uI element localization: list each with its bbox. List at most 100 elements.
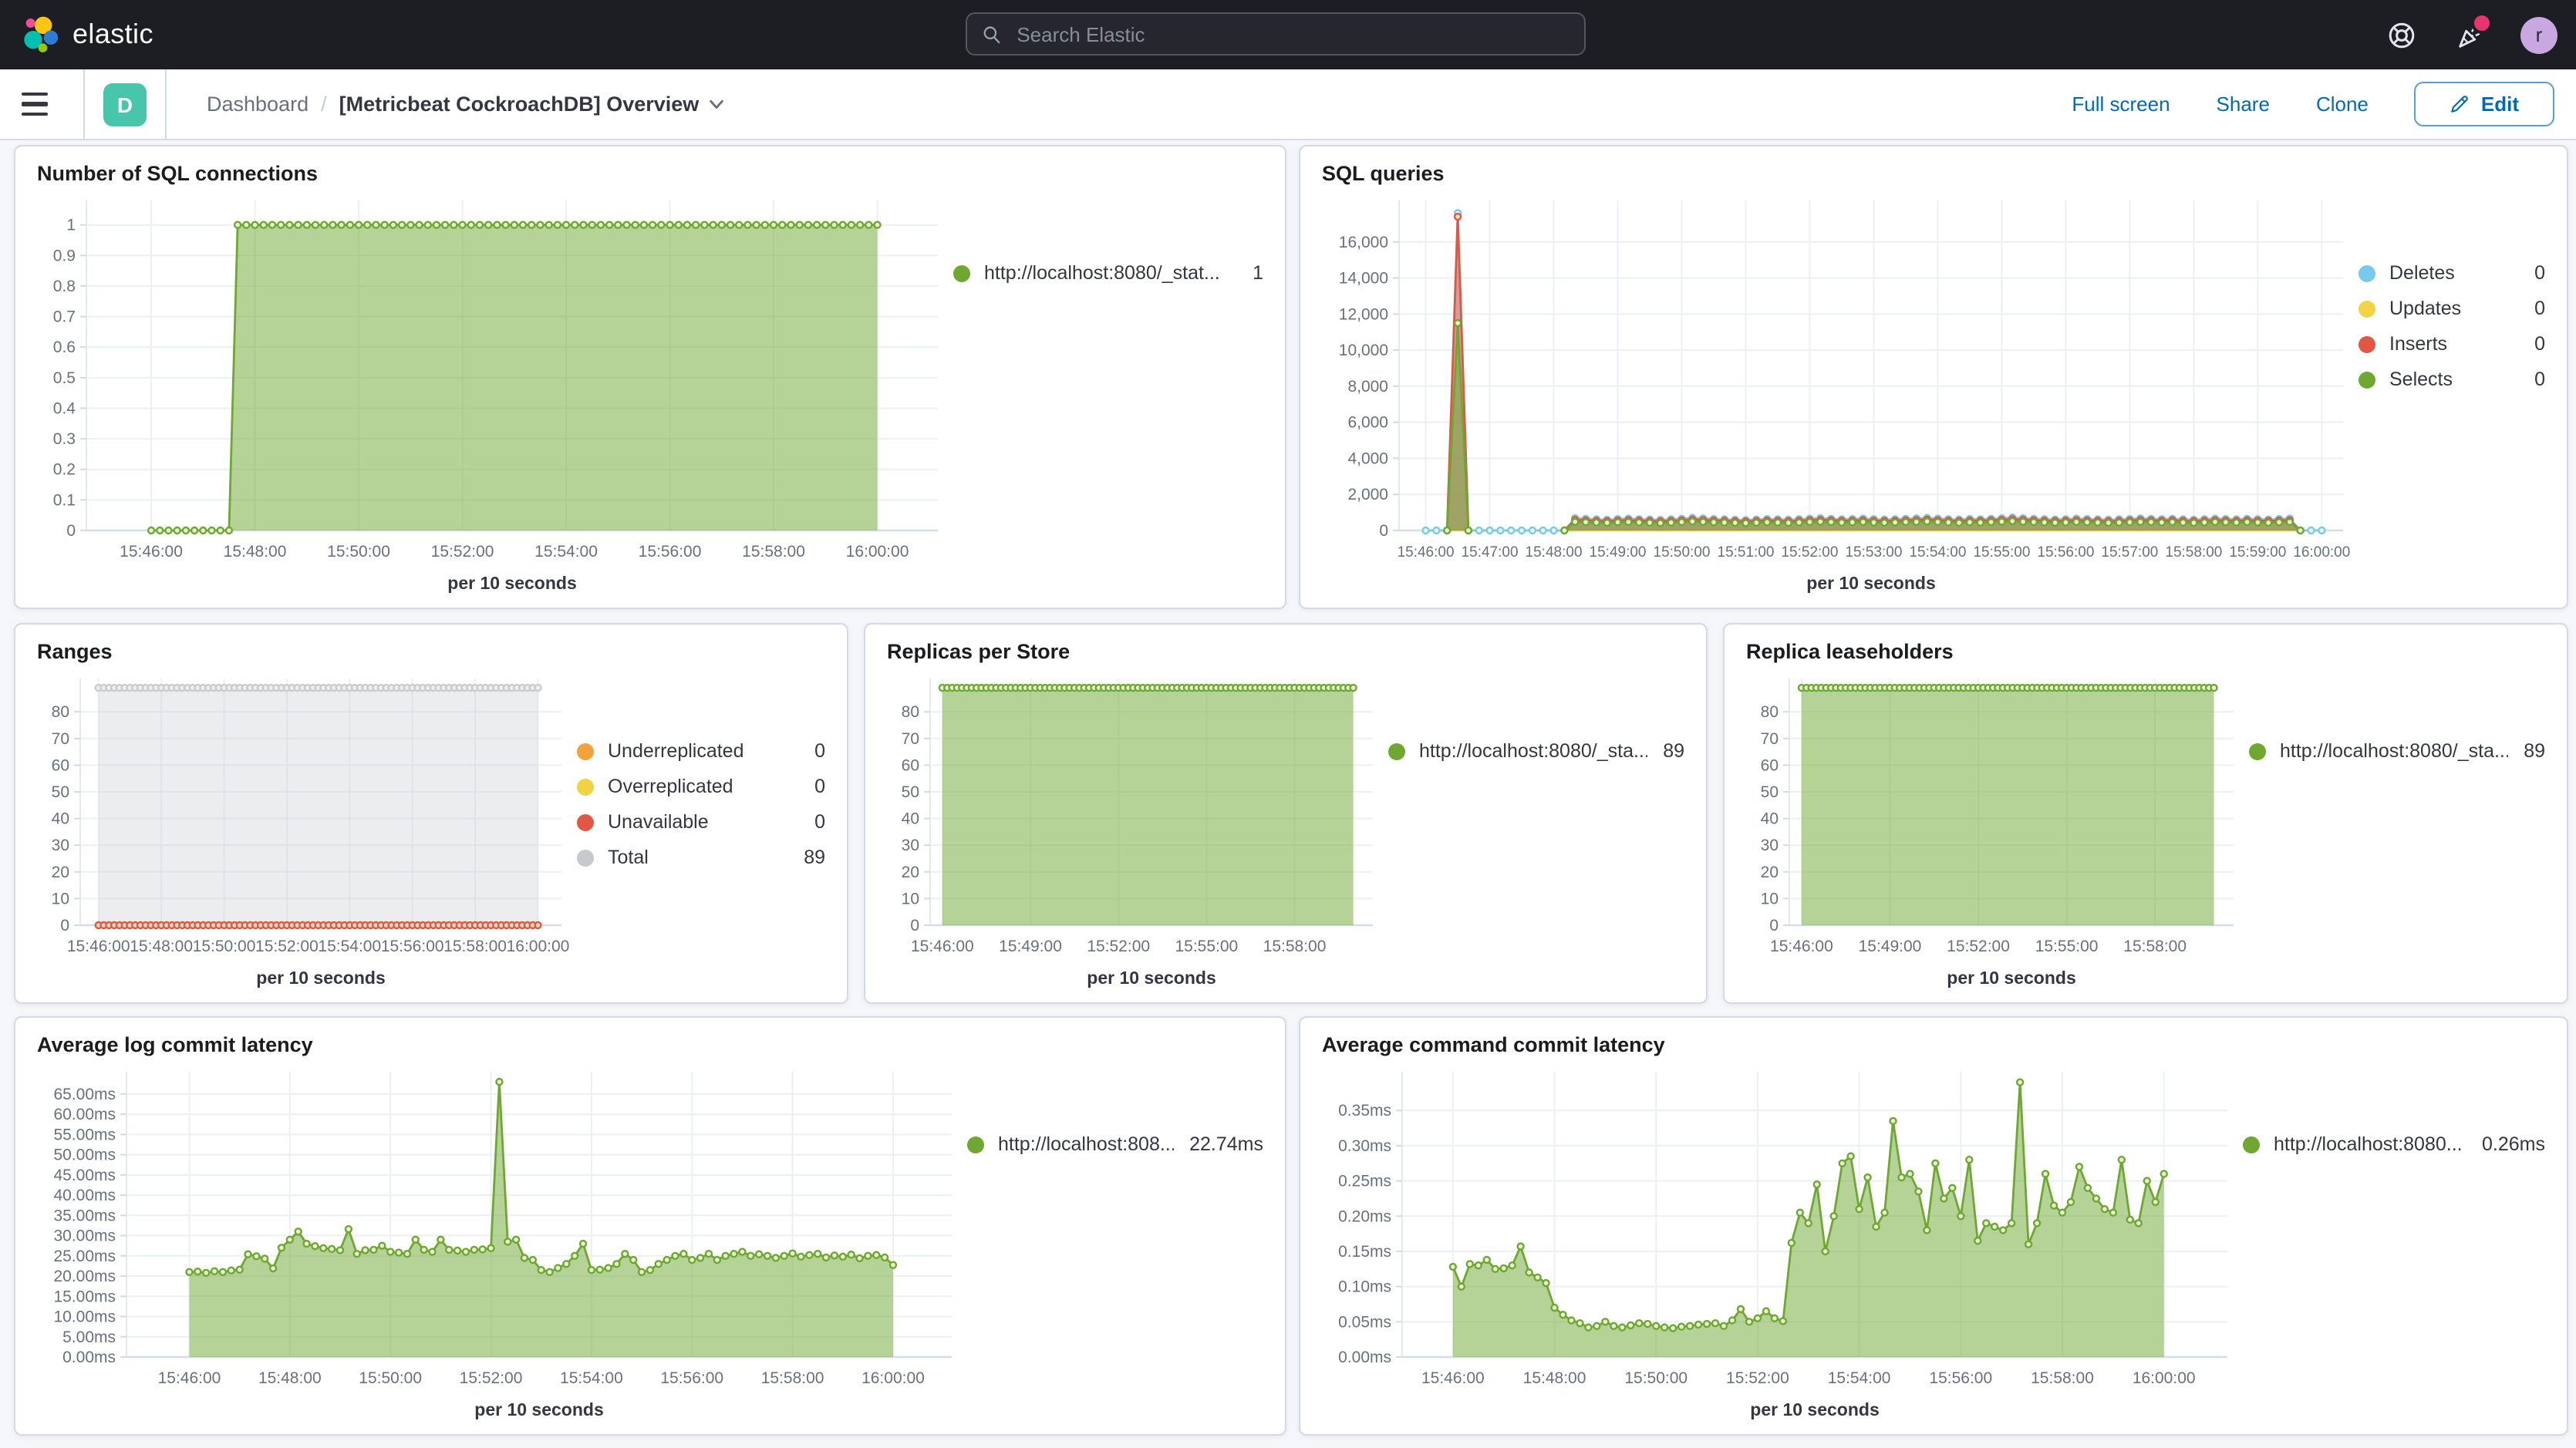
svg-text:15:49:00: 15:49:00 bbox=[1590, 544, 1647, 561]
legend: http://localhost:808...22.74ms bbox=[967, 1059, 1269, 1428]
svg-text:45.00ms: 45.00ms bbox=[53, 1167, 116, 1184]
legend-row[interactable]: http://localhost:8080/_sta...89 bbox=[1388, 740, 1684, 762]
svg-text:15:52:00: 15:52:00 bbox=[255, 938, 319, 955]
news-button[interactable] bbox=[2453, 18, 2487, 52]
panel-title[interactable]: Average log commit latency bbox=[31, 1030, 1269, 1059]
panel-title[interactable]: Number of SQL connections bbox=[31, 159, 1269, 188]
legend-value: 89 bbox=[2524, 740, 2545, 762]
svg-text:15:52:00: 15:52:00 bbox=[460, 1369, 523, 1387]
search-icon bbox=[983, 24, 1001, 44]
svg-text:15:50:00: 15:50:00 bbox=[1624, 1369, 1688, 1387]
svg-text:15:46:00: 15:46:00 bbox=[911, 938, 974, 955]
svg-text:2,000: 2,000 bbox=[1347, 486, 1388, 503]
global-search[interactable] bbox=[966, 12, 1586, 56]
panel-title[interactable]: Ranges bbox=[31, 637, 831, 666]
svg-text:15:56:00: 15:56:00 bbox=[639, 543, 702, 561]
svg-text:6,000: 6,000 bbox=[1347, 414, 1388, 432]
legend-value: 0 bbox=[2534, 262, 2545, 284]
search-input[interactable] bbox=[1013, 21, 1569, 47]
svg-text:70: 70 bbox=[902, 730, 919, 748]
legend-label: http://localhost:8080... bbox=[2274, 1133, 2466, 1155]
chart-command-commit-latency[interactable]: 0.00ms0.05ms0.10ms0.15ms0.20ms0.25ms0.30… bbox=[1316, 1059, 2243, 1428]
legend-label: http://localhost:8080/_sta... bbox=[2280, 740, 2508, 762]
svg-text:per 10 seconds: per 10 seconds bbox=[1087, 968, 1216, 988]
legend: http://localhost:8080/_sta... 89 bbox=[2249, 666, 2551, 996]
chart-log-commit-latency[interactable]: 0.00ms5.00ms10.00ms15.00ms20.00ms25.00ms… bbox=[31, 1059, 967, 1428]
svg-text:16,000: 16,000 bbox=[1339, 234, 1388, 251]
svg-text:40.00ms: 40.00ms bbox=[53, 1187, 116, 1204]
svg-text:per 10 seconds: per 10 seconds bbox=[447, 573, 576, 593]
panel-sql-queries: SQL queries 02,0004,0006,0008,00010,0001… bbox=[1299, 145, 2568, 609]
svg-text:15:58:00: 15:58:00 bbox=[2123, 938, 2187, 955]
chart-sql-connections[interactable]: 00.10.20.30.40.50.60.70.80.9115:46:0015:… bbox=[31, 188, 953, 601]
panel-title[interactable]: Replica leaseholders bbox=[1740, 637, 2551, 666]
svg-text:8,000: 8,000 bbox=[1347, 378, 1388, 396]
legend-row[interactable]: Selects0 bbox=[2359, 369, 2545, 390]
legend: Deletes0Updates0Inserts0Selects0 bbox=[2359, 188, 2551, 601]
legend-dot bbox=[2359, 264, 2375, 281]
legend-row[interactable]: http://localhost:808...22.74ms bbox=[967, 1133, 1263, 1155]
legend: http://localhost:8080/_stat...1 bbox=[953, 188, 1269, 601]
svg-text:30: 30 bbox=[52, 837, 69, 854]
chart-sql-queries[interactable]: 02,0004,0006,0008,00010,00012,00014,0001… bbox=[1316, 188, 2359, 601]
legend-value: 0 bbox=[814, 811, 825, 833]
chart-replica-leaseholders[interactable]: 0102030405060708015:46:0015:49:0015:52:0… bbox=[1740, 666, 2249, 996]
legend-dot bbox=[2249, 743, 2266, 759]
svg-text:15:49:00: 15:49:00 bbox=[999, 938, 1062, 955]
svg-text:0.3: 0.3 bbox=[53, 430, 76, 448]
legend-value: 89 bbox=[804, 847, 825, 868]
breadcrumb-dashboard[interactable]: Dashboard bbox=[207, 93, 309, 116]
svg-text:0.9: 0.9 bbox=[53, 247, 76, 264]
menu-button[interactable] bbox=[22, 83, 65, 126]
svg-text:20: 20 bbox=[902, 864, 919, 881]
svg-text:0.20ms: 0.20ms bbox=[1338, 1207, 1391, 1225]
edit-button[interactable]: Edit bbox=[2415, 82, 2554, 126]
svg-text:5.00ms: 5.00ms bbox=[62, 1328, 116, 1346]
chart-replicas-per-store[interactable]: 0102030405060708015:46:0015:49:0015:52:0… bbox=[881, 666, 1388, 996]
panel-title[interactable]: SQL queries bbox=[1316, 159, 2551, 188]
svg-text:40: 40 bbox=[902, 810, 919, 828]
svg-text:15:52:00: 15:52:00 bbox=[431, 543, 494, 561]
svg-text:0.5: 0.5 bbox=[53, 369, 76, 387]
legend-dot bbox=[967, 1136, 984, 1153]
legend-row[interactable]: http://localhost:8080/_stat...1 bbox=[953, 262, 1263, 284]
share-button[interactable]: Share bbox=[2217, 93, 2270, 116]
svg-text:15:54:00: 15:54:00 bbox=[1828, 1369, 1891, 1387]
panel-title[interactable]: Replicas per Store bbox=[881, 637, 1691, 666]
svg-text:16:00:00: 16:00:00 bbox=[2293, 544, 2350, 561]
clone-button[interactable]: Clone bbox=[2316, 93, 2369, 116]
legend-row[interactable]: http://localhost:8080...0.26ms bbox=[2243, 1133, 2545, 1155]
legend-row[interactable]: Updates0 bbox=[2359, 298, 2545, 319]
svg-text:60: 60 bbox=[902, 756, 919, 774]
svg-text:15:51:00: 15:51:00 bbox=[1718, 544, 1775, 561]
legend-label: Unavailable bbox=[608, 811, 799, 833]
legend-row[interactable]: http://localhost:8080/_sta... 89 bbox=[2249, 740, 2545, 762]
header-actions: r bbox=[2385, 0, 2557, 69]
legend-value: 0 bbox=[2534, 333, 2545, 355]
legend-row[interactable]: Total89 bbox=[577, 847, 825, 868]
svg-text:30: 30 bbox=[902, 837, 919, 854]
legend-dot bbox=[2359, 371, 2375, 388]
help-button[interactable] bbox=[2385, 18, 2419, 52]
legend-row[interactable]: Overreplicated0 bbox=[577, 776, 825, 797]
elastic-logo[interactable]: elastic bbox=[22, 15, 153, 54]
breadcrumb-separator: / bbox=[321, 93, 327, 116]
kibana-dashboard-page: elastic bbox=[0, 0, 2576, 1448]
legend-row[interactable]: Unavailable 0 bbox=[577, 811, 825, 833]
svg-text:15:56:00: 15:56:00 bbox=[2037, 544, 2094, 561]
legend-row[interactable]: Deletes 0 bbox=[2359, 262, 2545, 284]
legend-row[interactable]: Inserts0 bbox=[2359, 333, 2545, 355]
svg-text:15:50:00: 15:50:00 bbox=[327, 543, 390, 561]
svg-text:15:56:00: 15:56:00 bbox=[381, 938, 444, 955]
page-title[interactable]: [Metricbeat CockroachDB] Overview bbox=[339, 93, 726, 116]
dashboard-badge[interactable]: D bbox=[103, 83, 147, 126]
user-avatar[interactable]: r bbox=[2520, 16, 2557, 53]
legend-value: 0 bbox=[2534, 298, 2545, 319]
chart-ranges[interactable]: 0102030405060708015:46:0015:48:0015:50:0… bbox=[31, 666, 577, 996]
legend-label: Deletes bbox=[2389, 262, 2519, 284]
panel-title[interactable]: Average command commit latency bbox=[1316, 1030, 2551, 1059]
legend-row[interactable]: Underreplicated0 bbox=[577, 740, 825, 762]
logo-text: elastic bbox=[72, 19, 153, 51]
legend-dot bbox=[2359, 300, 2375, 317]
full-screen-button[interactable]: Full screen bbox=[2072, 93, 2170, 116]
